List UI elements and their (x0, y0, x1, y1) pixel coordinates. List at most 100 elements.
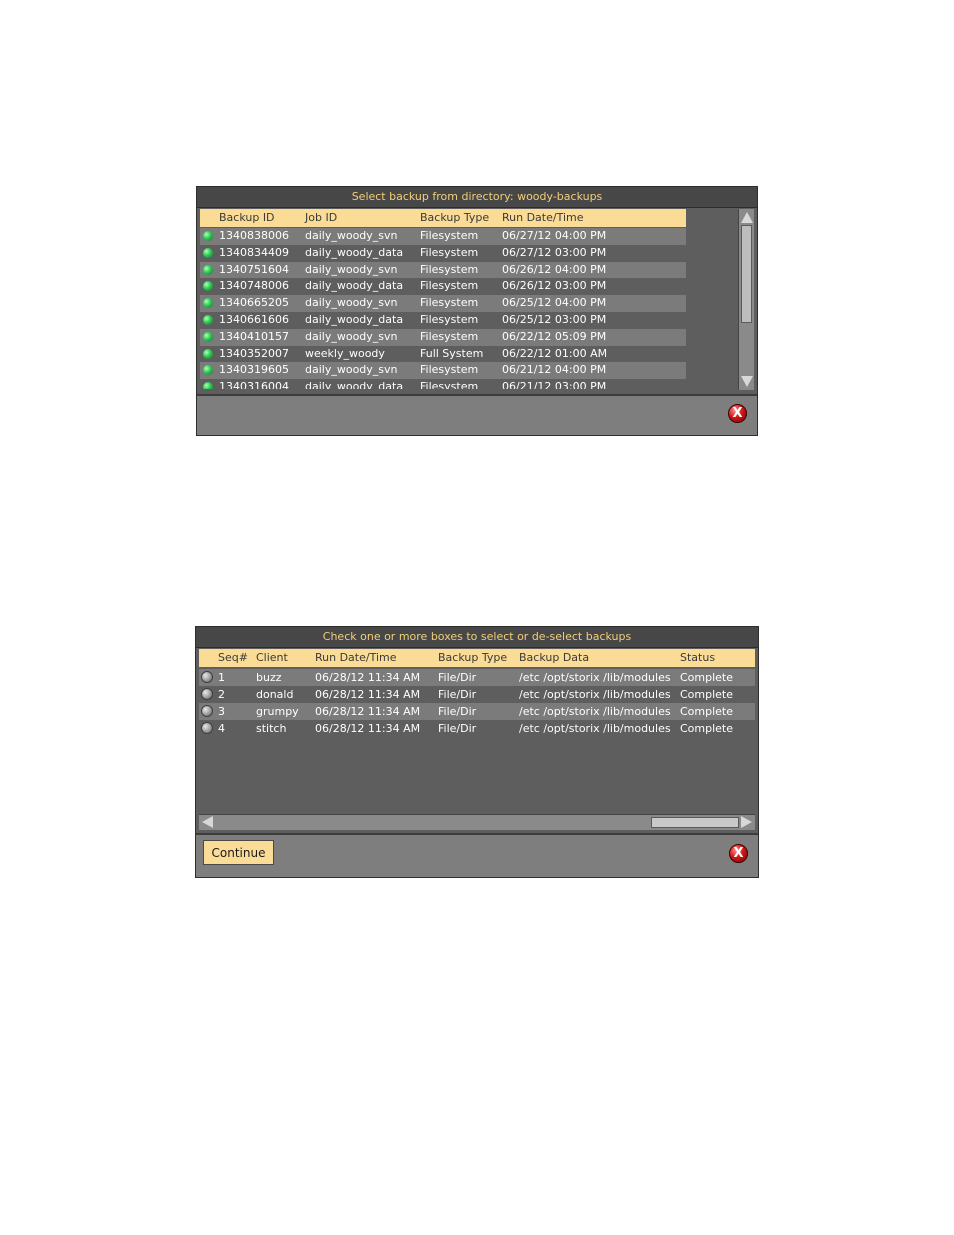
cell-backup-type: Filesystem (420, 363, 479, 377)
cell-run-date: 06/26/12 03:00 PM (502, 279, 607, 293)
checkbox-icon[interactable] (201, 671, 213, 683)
column-header-job-id[interactable]: Job ID (305, 209, 337, 227)
cell-backup-id: 1340838006 (219, 229, 289, 242)
cell-backup-type: Filesystem (420, 380, 479, 389)
arrow-left-icon[interactable] (202, 816, 213, 828)
cell-backup-type: File/Dir (438, 705, 477, 719)
checkbox-icon[interactable] (201, 688, 213, 701)
table-row[interactable]: 1340751604 daily_woody_svn Filesystem 06/26… (200, 261, 686, 279)
column-header-seq[interactable]: Seq# (218, 649, 248, 667)
table-row[interactable]: 1340665205 daily_woody_svn Filesystem 06/25… (200, 295, 686, 312)
cell-backup-id: 1340661606 (219, 313, 289, 326)
cell-backup-data: /etc /opt/storix /lib/modules (519, 705, 671, 719)
status-ok-icon (203, 315, 213, 325)
cell-job-id: daily_woody_svn (305, 329, 398, 343)
table-row[interactable]: 2 donald 06/28/12 11:34 AM File/Dir/etc /op… (199, 686, 755, 704)
table-row[interactable]: 1340316004 daily_woody_data Filesystem 06/2… (200, 379, 686, 389)
table-row[interactable]: 1340838006 daily_woody_svn Filesystem 06/27… (200, 228, 686, 245)
table-row[interactable]: 1 buzz 06/28/12 11:34 AM File/Dir/etc /opt/… (199, 669, 755, 687)
cell-backup-type: File/Dir (438, 722, 477, 736)
table-row[interactable]: 4 stitch 06/28/12 11:34 AM File/Dir/etc /op… (199, 720, 755, 738)
arrow-up-icon[interactable] (741, 212, 753, 223)
cell-run-date: 06/22/12 05:09 PM (502, 329, 607, 343)
close-icon[interactable]: X (729, 844, 748, 863)
close-icon[interactable]: X (728, 404, 747, 423)
table-row[interactable]: 1340661606 daily_woody_data Filesystem 06/2… (200, 312, 686, 329)
checkbox-icon[interactable] (201, 705, 213, 718)
backup-checkbox-dialog: Check one or more boxes to select or de-… (195, 626, 759, 878)
cell-run-date: 06/25/12 04:00 PM (502, 296, 607, 310)
cell-run-date: 06/28/12 11:34 AM (315, 722, 421, 736)
cell-backup-id: 1340748006 (219, 279, 289, 293)
cell-job-id: daily_woody_data (305, 380, 404, 389)
cell-seq: 2 (218, 688, 225, 702)
arrow-right-icon[interactable] (741, 816, 752, 828)
cell-run-date: 06/28/12 11:34 AM (315, 688, 421, 702)
cell-backup-type: Filesystem (420, 313, 479, 326)
column-header-client[interactable]: Client (256, 649, 288, 667)
cell-run-date: 06/21/12 03:00 PM (502, 380, 607, 389)
scrollbar-thumb[interactable] (651, 817, 739, 828)
cell-backup-type: Filesystem (420, 245, 479, 259)
cell-job-id: daily_woody_svn (305, 363, 398, 377)
table-row[interactable]: 1340410157 daily_woody_svn Filesystem 06/22… (200, 328, 686, 346)
cell-backup-data: /etc /opt/storix /lib/modules (519, 671, 671, 684)
cell-backup-type: Filesystem (420, 229, 479, 242)
cell-client: stitch (256, 722, 287, 736)
column-header-run-date[interactable]: Run Date/Time (502, 209, 584, 227)
vertical-scrollbar[interactable] (738, 209, 754, 390)
cell-client: grumpy (256, 705, 299, 719)
scrollbar-thumb[interactable] (741, 225, 752, 323)
checkbox-icon[interactable] (201, 722, 213, 735)
cell-client: donald (256, 688, 294, 702)
table-row[interactable]: 3 grumpy 06/28/12 11:34 AM File/Dir/etc /op… (199, 703, 755, 721)
cell-backup-data: /etc /opt/storix /lib/modules (519, 722, 671, 736)
table-row[interactable]: 1340748006 daily_woody_data Filesystem 06/2… (200, 278, 686, 296)
cell-backup-id: 1340319605 (219, 363, 289, 377)
backup-list: 1340838006 daily_woody_svn Filesystem 06/27… (200, 228, 686, 389)
cell-job-id: daily_woody_data (305, 279, 404, 293)
table-row[interactable]: 1340319605 daily_woody_svn Filesystem 06/21… (200, 362, 686, 380)
cell-run-date: 06/25/12 03:00 PM (502, 313, 607, 326)
column-header-backup-type[interactable]: Backup Type (420, 209, 489, 227)
horizontal-scrollbar[interactable] (199, 814, 755, 830)
table-row[interactable]: 1340352007 weekly_woody Full System 06/22/1… (200, 345, 686, 363)
cell-run-date: 06/28/12 11:34 AM (315, 671, 421, 684)
cell-seq: 3 (218, 705, 225, 719)
column-header-backup-type[interactable]: Backup Type (438, 649, 507, 667)
dialog-title: Select backup from directory: woody-back… (197, 187, 757, 208)
status-ok-icon (203, 298, 213, 309)
cell-backup-id: 1340751604 (219, 262, 289, 276)
column-header-status[interactable]: Status (680, 649, 715, 667)
status-ok-icon (203, 348, 213, 359)
continue-button[interactable]: Continue (203, 840, 274, 865)
cell-backup-data: /etc /opt/storix /lib/modules (519, 688, 671, 702)
table-row[interactable]: 1340834409 daily_woody_data Filesystem 06/2… (200, 244, 686, 262)
status-ok-icon (203, 331, 213, 342)
cell-job-id: daily_woody_svn (305, 296, 398, 310)
cell-run-date: 06/22/12 01:00 AM (502, 346, 608, 360)
cell-backup-type: Filesystem (420, 262, 479, 276)
cell-backup-id: 1340410157 (219, 329, 289, 343)
table-header: Backup ID Job ID Backup Type Run Date/Ti… (200, 209, 686, 227)
cell-status: Complete (680, 671, 734, 684)
cell-job-id: daily_woody_svn (305, 262, 398, 276)
column-header-backup-data[interactable]: Backup Data (519, 649, 589, 667)
cell-job-id: weekly_woody (305, 346, 385, 360)
cell-seq: 4 (218, 722, 225, 736)
cell-status: Complete (680, 705, 734, 719)
cell-backup-type: Filesystem (420, 329, 479, 343)
cell-job-id: daily_woody_svn (305, 229, 398, 242)
cell-backup-type: File/Dir (438, 688, 477, 702)
column-header-backup-id[interactable]: Backup ID (219, 209, 275, 227)
cell-job-id: daily_woody_data (305, 245, 404, 259)
arrow-down-icon[interactable] (741, 376, 753, 387)
cell-job-id: daily_woody_data (305, 313, 404, 326)
cell-seq: 1 (218, 671, 225, 684)
column-header-run-date[interactable]: Run Date/Time (315, 649, 397, 667)
status-ok-icon (203, 264, 213, 275)
cell-run-date: 06/27/12 03:00 PM (502, 245, 607, 259)
cell-status: Complete (680, 688, 734, 702)
backup-select-dialog: Select backup from directory: woody-back… (196, 186, 758, 436)
status-ok-icon (203, 247, 213, 258)
